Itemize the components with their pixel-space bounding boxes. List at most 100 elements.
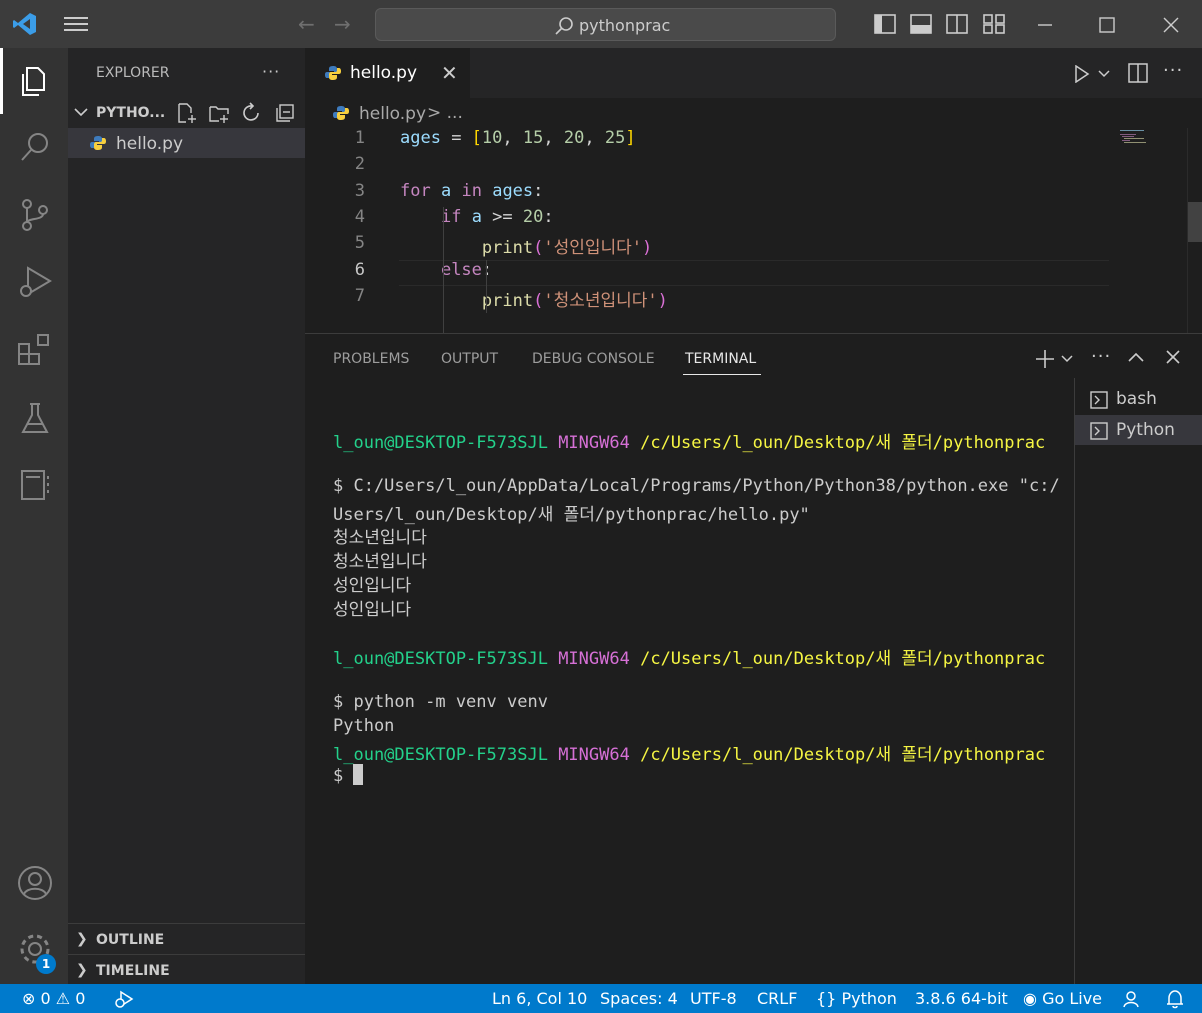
- python-interpreter[interactable]: 3.8.6 64-bit: [915, 989, 1008, 1008]
- tab-label: hello.py: [350, 63, 418, 83]
- terminal-line: l_oun@DESKTOP-F573SJL MINGW64 /c/Users/l…: [333, 428, 1045, 453]
- file-item-hello-py[interactable]: hello.py: [68, 128, 305, 158]
- toggle-secondary-sidebar-icon[interactable]: [946, 14, 968, 34]
- code-text: print('성인입니다'): [400, 233, 652, 258]
- terminal-item-bash[interactable]: bash: [1075, 384, 1202, 414]
- folder-name: PYTHO...: [96, 105, 166, 121]
- code-editor[interactable]: 1 ages = [10, 15, 20, 25] 2 3 for a in ages:…: [305, 128, 1202, 339]
- notebook-icon[interactable]: [16, 466, 54, 504]
- code-token: in: [461, 180, 482, 201]
- end-of-line[interactable]: CRLF: [757, 989, 797, 1008]
- new-terminal-icon[interactable]: [1034, 348, 1056, 370]
- code-line: 2: [305, 154, 1125, 180]
- terminal-text: 청소년입니다: [333, 552, 427, 572]
- customize-layout-icon[interactable]: [983, 14, 1005, 34]
- notifications-bell-icon[interactable]: [1166, 989, 1184, 1009]
- problems-status[interactable]: ⊗ 0 ⚠ 0: [22, 989, 85, 1008]
- run-and-debug-icon[interactable]: [16, 263, 54, 301]
- minimize-icon[interactable]: [1032, 12, 1058, 38]
- chevron-down-icon[interactable]: [1061, 354, 1073, 364]
- terminal-text: l_oun@DESKTOP-F573SJL: [333, 745, 548, 765]
- refresh-icon[interactable]: [241, 102, 263, 124]
- folder-header[interactable]: PYTHO...: [68, 98, 305, 126]
- extensions-icon[interactable]: [16, 332, 54, 370]
- terminal-label: Python: [1116, 420, 1175, 440]
- explorer-icon[interactable]: [16, 62, 54, 100]
- tab-terminal[interactable]: TERMINAL: [685, 351, 756, 367]
- maximize-panel-icon[interactable]: [1128, 351, 1144, 363]
- new-file-icon[interactable]: [176, 102, 198, 124]
- breadcrumb-file[interactable]: hello.py: [359, 104, 426, 124]
- tab-debug-console[interactable]: DEBUG CONSOLE: [532, 351, 655, 367]
- terminal-item-python[interactable]: Python: [1075, 415, 1202, 445]
- language-mode[interactable]: {} Python: [816, 989, 897, 1008]
- collapse-all-icon[interactable]: [275, 103, 295, 123]
- code-line: 6 else:: [305, 260, 1125, 286]
- tab-output[interactable]: OUTPUT: [441, 351, 498, 367]
- go-live[interactable]: ◉ Go Live: [1023, 989, 1102, 1008]
- code-token: ,: [584, 128, 605, 148]
- code-text: for a in ages:: [400, 181, 543, 201]
- source-control-icon[interactable]: [16, 196, 54, 234]
- close-window-icon[interactable]: [1158, 12, 1184, 38]
- tab-problems[interactable]: PROBLEMS: [333, 351, 409, 367]
- error-count: 0: [40, 989, 51, 1008]
- terminal-line: 청소년입니다: [333, 523, 427, 548]
- terminal-text: MINGW64: [558, 745, 630, 765]
- more-actions-icon[interactable]: ···: [262, 62, 280, 81]
- close-panel-icon[interactable]: [1166, 350, 1180, 364]
- terminal-text: $: [333, 766, 354, 786]
- terminal-list: bash Python: [1074, 378, 1202, 985]
- terminal-line: l_oun@DESKTOP-F573SJL MINGW64 /c/Users/l…: [333, 740, 1045, 765]
- terminal-text: 성인입니다: [333, 600, 412, 620]
- terminal-text: /c/Users/l_oun/Desktop/새 폴더/pythonprac: [640, 649, 1046, 669]
- more-actions-icon[interactable]: ···: [1163, 60, 1183, 81]
- chevron-right-icon: ❯: [76, 931, 88, 947]
- code-text: ages = [10, 15, 20, 25]: [400, 128, 636, 148]
- debug-icon[interactable]: [114, 990, 134, 1008]
- search-icon[interactable]: [16, 128, 54, 166]
- tab-hello-py[interactable]: hello.py ✕: [305, 48, 470, 98]
- run-icon[interactable]: [1074, 65, 1090, 83]
- editor-scrollbar[interactable]: [1187, 128, 1202, 333]
- code-text: print('청소년입니다'): [400, 286, 668, 311]
- more-actions-icon[interactable]: ···: [1091, 346, 1111, 367]
- active-indicator: [0, 48, 3, 114]
- feedback-icon[interactable]: [1123, 990, 1143, 1008]
- timeline-section[interactable]: ❯ TIMELINE: [68, 954, 305, 984]
- testing-icon[interactable]: [16, 400, 54, 438]
- close-tab-icon[interactable]: ✕: [441, 61, 458, 85]
- encoding[interactable]: UTF-8: [690, 989, 737, 1008]
- toggle-primary-sidebar-icon[interactable]: [874, 14, 896, 34]
- python-file-icon: [325, 66, 341, 80]
- minimap[interactable]: [1110, 128, 1186, 333]
- braces-icon: {}: [816, 989, 837, 1008]
- code-token: ,: [502, 128, 523, 148]
- account-icon[interactable]: [16, 864, 54, 902]
- menu-icon[interactable]: [64, 14, 88, 34]
- command-center-search[interactable]: pythonprac: [375, 8, 836, 41]
- code-token: (: [533, 290, 544, 311]
- code-token: print: [481, 290, 534, 311]
- back-arrow-icon[interactable]: ←: [298, 12, 315, 36]
- maximize-icon[interactable]: [1094, 12, 1120, 38]
- terminal-text: 성인입니다: [333, 576, 412, 596]
- code-line: 3 for a in ages:: [305, 181, 1125, 207]
- new-folder-icon[interactable]: [208, 102, 230, 124]
- scrollbar-thumb[interactable]: [1188, 202, 1202, 242]
- cursor-position[interactable]: Ln 6, Col 10: [492, 989, 587, 1008]
- forward-arrow-icon[interactable]: →: [334, 12, 351, 36]
- split-editor-icon[interactable]: [1128, 63, 1148, 83]
- chevron-down-icon[interactable]: [1098, 69, 1110, 79]
- outline-section[interactable]: ❯ OUTLINE: [68, 923, 305, 953]
- code-token: if: [440, 206, 462, 227]
- line-number: 5: [354, 233, 365, 254]
- line-number: 2: [354, 154, 365, 175]
- toggle-panel-icon[interactable]: [910, 14, 932, 34]
- breadcrumb-symbols[interactable]: > ...: [427, 103, 463, 123]
- terminal-text: 청소년입니다: [333, 528, 427, 548]
- indentation[interactable]: Spaces: 4: [600, 989, 678, 1008]
- breadcrumb: hello.py > ...: [305, 98, 1202, 128]
